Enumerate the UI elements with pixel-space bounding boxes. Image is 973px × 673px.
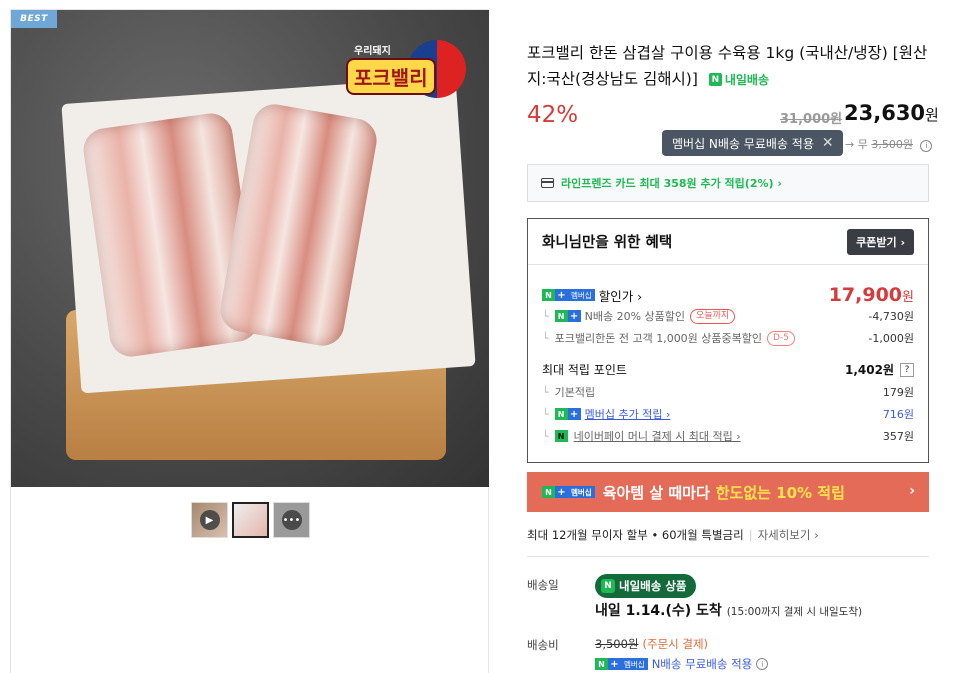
discount-label: 포크밸리한돈 전 고객 1,000원 상품중복할인 xyxy=(554,332,763,345)
sale-label: 할인가 › xyxy=(598,288,643,304)
nplus-membership-badge: N + 멤버십 xyxy=(595,658,648,670)
shipping-fee-strike-value: 3,500원 xyxy=(595,637,639,651)
points-sub-value: 357원 xyxy=(882,430,914,443)
points-sub-label: 기본적립 xyxy=(554,386,596,399)
deadline-pill: D-5 xyxy=(767,330,795,346)
shipping-fee: 3,500원 (주문시 결제) xyxy=(595,636,708,652)
sale-price: 23,630원 xyxy=(844,101,939,125)
product-gallery: 우리돼지 포크밸리 BEST ▶ ••• xyxy=(10,9,489,673)
nplus-badge: N + xyxy=(554,310,581,322)
info-icon[interactable]: i xyxy=(756,658,769,670)
membership-free-shipping-tooltip: 멤버십 N배송 무료배송 적용 ✕ xyxy=(662,130,843,156)
card-promo-bar[interactable]: 라인프렌즈 카드 최대 358원 추가 적립(2%) › xyxy=(527,164,929,202)
original-price: 31,000원 xyxy=(780,112,843,127)
banner-highlight: 한도없는 10% 적립 xyxy=(715,483,845,502)
points-sub-value: 179원 xyxy=(882,386,914,399)
discount-value: -1,000원 xyxy=(868,332,914,345)
benefit-heading: 화니님만을 위한 혜택 xyxy=(542,235,673,251)
points-sub-row[interactable]: └ N + 멤버십 추가 적립 › 716원 xyxy=(542,406,914,422)
nday-tag-text: 내일배송 상품 xyxy=(619,579,687,593)
discount-label: N배송 20% 상품할인 xyxy=(584,310,686,323)
sale-price-row[interactable]: N + 멤버십 할인가 › 17,900원 xyxy=(542,284,914,306)
benefit-sale-unit: 원 xyxy=(902,290,914,305)
free-shipping-applied: N + 멤버십 N배송 무료배송 적용 i xyxy=(595,656,769,672)
deadline-pill: 오늘까지 xyxy=(690,308,736,324)
points-value: 1,402원 xyxy=(845,363,894,377)
sale-price-unit: 원 xyxy=(925,106,939,124)
ship-strike-value: 3,500원 xyxy=(871,138,913,151)
discount-row: └ N + N배송 20% 상품할인 오늘까지 -4,730원 xyxy=(542,308,914,324)
shipping-fee-label: 배송비 xyxy=(527,638,559,652)
play-icon: ▶ xyxy=(199,510,220,530)
benefit-sale-price: 17,900원 xyxy=(829,284,914,306)
chat-icon: ••• xyxy=(281,510,302,530)
info-icon[interactable]: i xyxy=(920,139,933,152)
thumbnail-more[interactable]: ••• xyxy=(273,502,310,538)
help-icon[interactable]: ? xyxy=(900,362,914,377)
installment-info: 최대 12개월 무이자 할부 • 60개월 특별금리 | 자세히보기 › xyxy=(527,528,819,542)
nday-label: 내일배송 xyxy=(724,72,770,87)
points-sub-row[interactable]: └ N 네이버페이 머니 결제 시 최대 적립 › 357원 xyxy=(542,428,914,444)
nday-delivery-tag: N 내일배송 상품 xyxy=(595,574,697,598)
discount-value: -4,730원 xyxy=(868,310,914,323)
nplus-membership-badge: N + 멤버십 xyxy=(542,486,595,498)
membership-banner[interactable]: N + 멤버십 육아템 살 때마다 한도없는 10% 적립 › xyxy=(527,472,929,512)
close-icon[interactable]: ✕ xyxy=(822,135,834,151)
product-title: 포크밸리 한돈 삼겹살 구이용 수육용 1kg (국내산/냉장) [원산지:국산… xyxy=(527,40,937,93)
card-promo-text: 라인프렌즈 카드 최대 358원 추가 적립(2%) › xyxy=(561,177,782,190)
points-row: 최대 적립 포인트 1,402원 ? xyxy=(542,361,914,378)
n-icon: N xyxy=(601,579,615,593)
chevron-right-icon: › xyxy=(909,483,915,499)
membership-extra-points-link[interactable]: 멤버십 추가 적립 › xyxy=(585,406,671,422)
arrival-date: 내일 1.14.(수) 도착 xyxy=(595,603,722,619)
coupon-button[interactable]: 쿠폰받기 › xyxy=(847,228,914,255)
credit-card-icon xyxy=(541,178,554,188)
discount-row: └ 포크밸리한돈 전 고객 1,000원 상품중복할인 D-5 -1,000원 xyxy=(542,330,914,346)
tooltip-text: 멤버십 N배송 무료배송 적용 xyxy=(672,136,814,151)
nday-delivery-chip: N 내일배송 xyxy=(708,67,770,93)
delivery-date-label: 배송일 xyxy=(527,578,559,592)
shipping-fee-note: (주문시 결제) xyxy=(642,637,709,651)
benefit-header: 화니님만을 위한 혜택 쿠폰받기 › xyxy=(528,219,928,265)
sale-price-value: 23,630 xyxy=(844,101,926,125)
n-icon: N xyxy=(708,73,722,86)
thumbnail-strip: ▶ ••• xyxy=(191,502,310,538)
divider xyxy=(527,556,929,557)
points-sub-row: └ 기본적립 179원 xyxy=(542,385,914,400)
points-sub-value: 716원 xyxy=(882,408,914,421)
points-label: 최대 적립 포인트 xyxy=(542,363,627,377)
thumbnail-photo[interactable] xyxy=(232,502,269,538)
naverpay-icon: N xyxy=(554,430,568,442)
nplus-badge: N + xyxy=(554,408,581,420)
brand-logo: 우리돼지 포크밸리 xyxy=(346,40,466,110)
logo-main-text: 포크밸리 xyxy=(346,58,436,95)
thumbnail-video[interactable]: ▶ xyxy=(191,502,228,538)
free-ship-text: N배송 무료배송 적용 xyxy=(651,657,753,671)
nplus-membership-badge: N + 멤버십 xyxy=(542,289,595,301)
installment-text: 최대 12개월 무이자 할부 • 60개월 특별금리 xyxy=(527,528,744,542)
arrival-info: 내일 1.14.(수) 도착 (15:00까지 결제 시 내일도착) xyxy=(595,600,862,620)
installment-more-link[interactable]: 자세히보기 › xyxy=(758,528,819,542)
naverpay-points-link[interactable]: 네이버페이 머니 결제 시 최대 적립 › xyxy=(574,428,741,444)
product-main-image[interactable]: 우리돼지 포크밸리 BEST xyxy=(11,10,489,487)
best-badge: BEST xyxy=(11,10,57,28)
benefit-sale-value: 17,900 xyxy=(828,284,903,306)
arrival-note: (15:00까지 결제 시 내일도착) xyxy=(726,606,863,618)
ship-prefix: → 무 xyxy=(845,138,868,151)
banner-text: 육아템 살 때마다 xyxy=(602,483,710,502)
logo-small-text: 우리돼지 xyxy=(354,46,391,57)
benefit-box: 화니님만을 위한 혜택 쿠폰받기 › N + 멤버십 할인가 › 17,900원 └… xyxy=(527,218,929,463)
discount-rate: 42% xyxy=(527,102,579,128)
shipping-fee-strike: → 무 3,500원 i xyxy=(845,136,933,152)
